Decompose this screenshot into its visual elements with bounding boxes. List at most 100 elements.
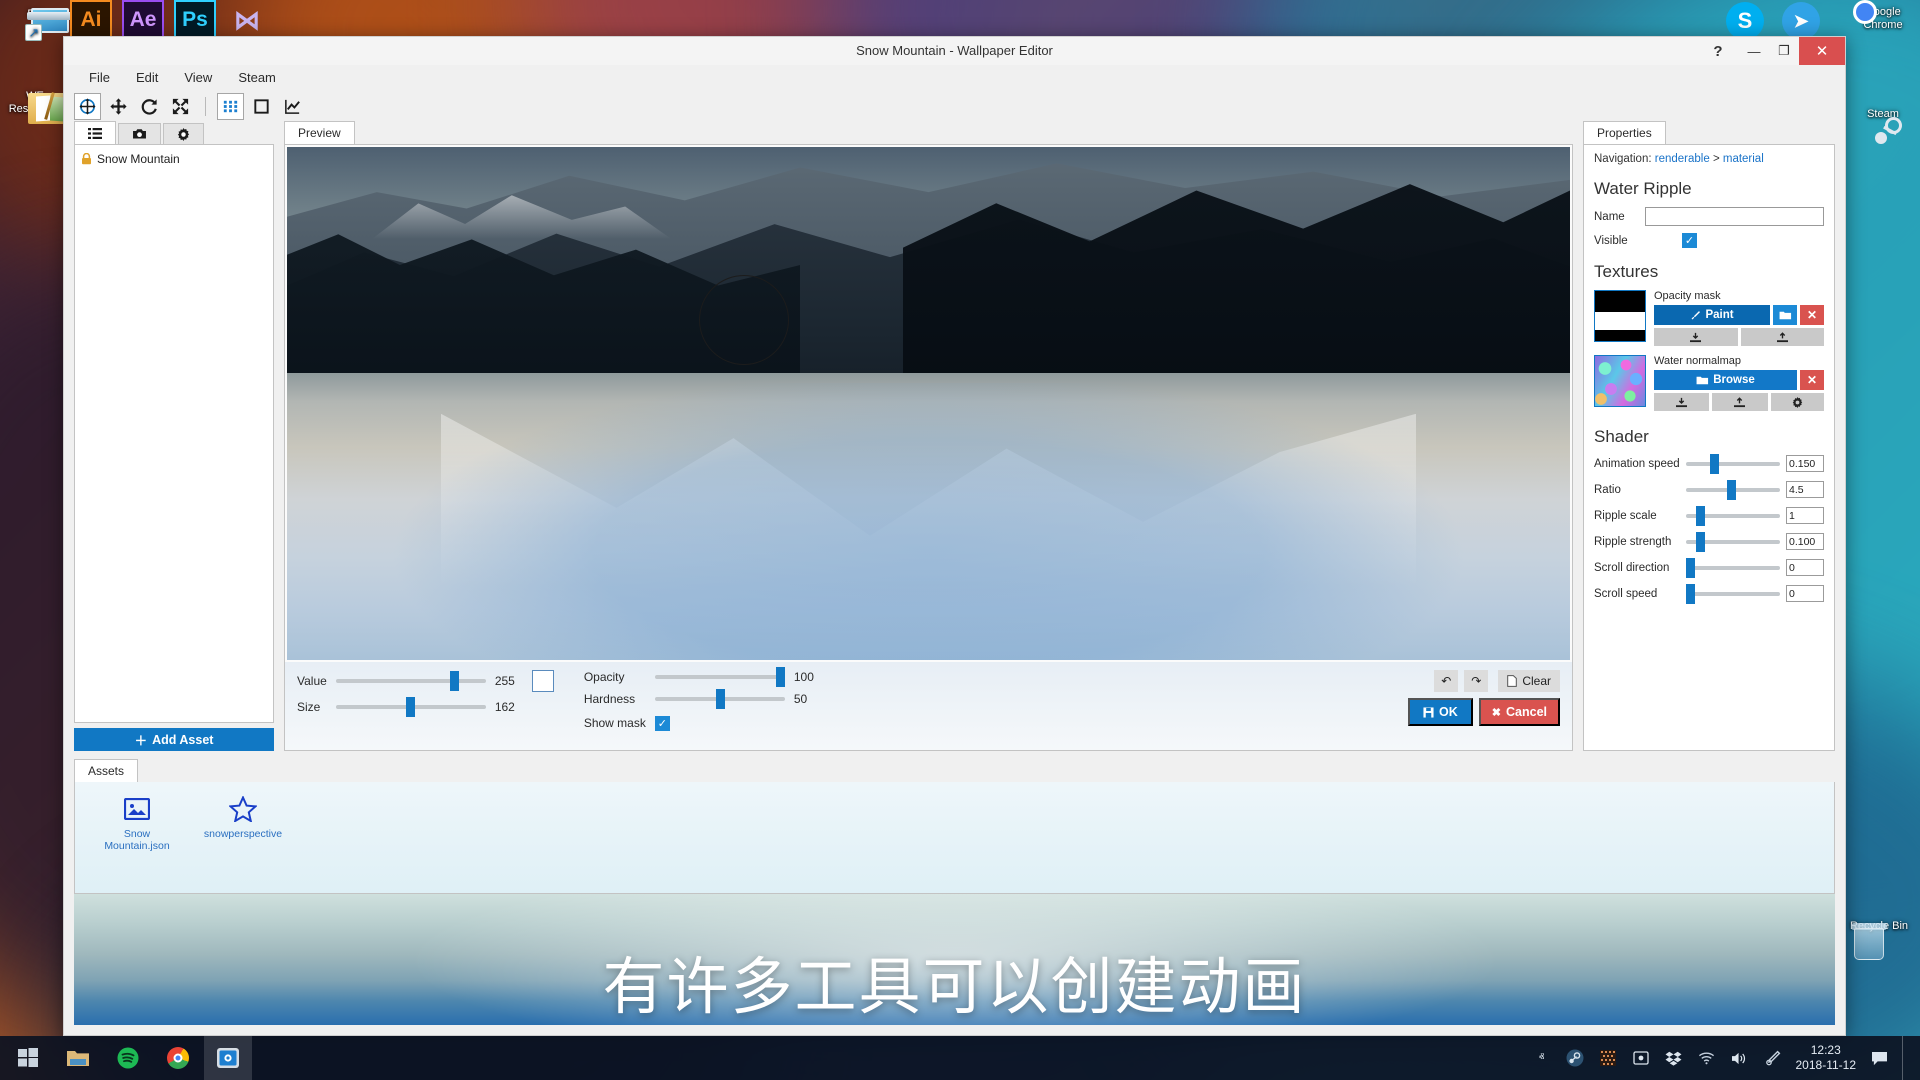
scene-tree-tab[interactable] bbox=[74, 121, 116, 144]
redo-button[interactable]: ↷ bbox=[1464, 670, 1489, 692]
asset-item-snowperspective[interactable]: snowperspective bbox=[203, 794, 283, 881]
tree-item-snow-mountain[interactable]: Snow Mountain bbox=[81, 150, 267, 168]
toolbar bbox=[64, 89, 1845, 123]
chrome-taskbar-icon[interactable] bbox=[154, 1036, 202, 1080]
desktop-icon-recycle-bin[interactable]: Recycle Bin bbox=[1848, 920, 1910, 960]
show-hidden-icons[interactable]: ⱏ bbox=[1532, 1048, 1552, 1068]
water-normalmap-thumbnail[interactable] bbox=[1594, 355, 1646, 407]
grid-toggle[interactable] bbox=[217, 92, 244, 120]
pen-tray-icon[interactable] bbox=[1763, 1048, 1783, 1068]
folder-open-icon bbox=[1696, 376, 1709, 384]
normalmap-delete-button[interactable]: ✕ bbox=[1800, 370, 1824, 390]
volume-tray-icon[interactable] bbox=[1730, 1048, 1750, 1068]
dock-after-effects[interactable]: Ae bbox=[122, 0, 164, 44]
ripple-scale-value[interactable]: 1 bbox=[1786, 507, 1824, 524]
desktop-icon-google-chrome[interactable]: Google Chrome bbox=[1852, 6, 1914, 32]
ripple-strength-value[interactable]: 0.100 bbox=[1786, 533, 1824, 550]
minimize-button[interactable]: — bbox=[1739, 37, 1769, 65]
move-tool[interactable] bbox=[105, 93, 132, 120]
help-button[interactable]: ? bbox=[1703, 37, 1733, 65]
spotify-taskbar-icon[interactable] bbox=[104, 1036, 152, 1080]
opacity-mask-import-button[interactable] bbox=[1654, 328, 1738, 346]
graph-toggle[interactable] bbox=[279, 93, 306, 120]
show-mask-checkbox[interactable]: ✓ bbox=[654, 716, 670, 731]
visible-checkbox[interactable]: ✓ bbox=[1682, 233, 1697, 248]
file-explorer-taskbar-icon[interactable] bbox=[54, 1036, 102, 1080]
brush-color-swatch[interactable] bbox=[531, 670, 554, 692]
desktop-icon-pc[interactable]: ↗ PC bbox=[4, 8, 74, 41]
name-input[interactable] bbox=[1645, 207, 1824, 226]
normalmap-settings-button[interactable] bbox=[1770, 393, 1824, 411]
menu-steam[interactable]: Steam bbox=[227, 67, 287, 88]
menu-view[interactable]: View bbox=[173, 67, 223, 88]
chrome-icon bbox=[167, 1047, 189, 1069]
skype-icon[interactable]: S bbox=[1726, 2, 1764, 40]
add-asset-button[interactable]: ＋ Add Asset bbox=[74, 728, 274, 751]
ripple-strength-slider[interactable] bbox=[1686, 531, 1780, 552]
camera-tab[interactable] bbox=[118, 123, 161, 144]
maximize-button[interactable]: ❐ bbox=[1769, 37, 1799, 65]
translate-gizmo-tool[interactable] bbox=[74, 92, 101, 120]
opacity-mask-browse-button[interactable] bbox=[1773, 305, 1797, 325]
opacity-mask-delete-button[interactable]: ✕ bbox=[1800, 305, 1824, 325]
show-desktop-button[interactable] bbox=[1902, 1036, 1912, 1080]
spotify-icon bbox=[117, 1047, 139, 1069]
scroll-direction-value[interactable]: 0 bbox=[1786, 559, 1824, 576]
tab-assets[interactable]: Assets bbox=[74, 759, 139, 782]
wallpaper-engine-taskbar-icon[interactable] bbox=[204, 1036, 252, 1080]
scroll-direction-slider[interactable] bbox=[1686, 557, 1780, 578]
wallpaper-engine-tray-icon[interactable] bbox=[1598, 1048, 1618, 1068]
paint-button[interactable]: Paint bbox=[1654, 305, 1770, 325]
network-tray-icon[interactable] bbox=[1697, 1048, 1717, 1068]
scroll-speed-slider[interactable] bbox=[1686, 583, 1780, 604]
bounds-toggle[interactable] bbox=[248, 93, 275, 120]
telegram-icon[interactable]: ➤ bbox=[1782, 2, 1820, 40]
menu-file[interactable]: File bbox=[78, 67, 121, 88]
opacity-mask-thumbnail[interactable] bbox=[1594, 290, 1646, 342]
animation-speed-slider[interactable] bbox=[1686, 453, 1780, 474]
ok-button[interactable]: OK bbox=[1408, 698, 1473, 726]
hardness-slider[interactable] bbox=[654, 689, 785, 709]
desktop-icon-we-resources[interactable]: WE Resources bbox=[4, 90, 71, 124]
breadcrumb-material[interactable]: material bbox=[1723, 153, 1764, 165]
animation-speed-value[interactable]: 0.150 bbox=[1786, 455, 1824, 472]
asset-item-snow-mountain-json[interactable]: Snow Mountain.json bbox=[97, 794, 177, 881]
ratio-value[interactable]: 4.5 bbox=[1786, 481, 1824, 498]
dock-visual-studio[interactable]: ⋈ bbox=[226, 0, 268, 44]
size-slider-label: Size bbox=[297, 700, 321, 714]
scroll-speed-value[interactable]: 0 bbox=[1786, 585, 1824, 602]
start-button[interactable] bbox=[4, 1036, 52, 1080]
tab-properties[interactable]: Properties bbox=[1583, 121, 1666, 144]
opacity-mask-export-button[interactable] bbox=[1740, 328, 1824, 346]
screen-tray-icon[interactable] bbox=[1631, 1048, 1651, 1068]
settings-tab[interactable] bbox=[163, 123, 204, 144]
steam-tray-icon[interactable] bbox=[1565, 1048, 1585, 1068]
action-center-button[interactable] bbox=[1869, 1048, 1889, 1068]
param-label: Ripple strength bbox=[1594, 535, 1672, 548]
ripple-scale-slider[interactable] bbox=[1686, 505, 1780, 526]
gear-icon bbox=[177, 127, 190, 141]
size-slider[interactable] bbox=[335, 697, 486, 717]
cancel-button[interactable]: ✖ Cancel bbox=[1478, 698, 1560, 726]
close-button[interactable]: ✕ bbox=[1799, 37, 1845, 65]
value-slider[interactable] bbox=[335, 671, 486, 691]
desktop-icon-steam[interactable]: Steam bbox=[1852, 108, 1914, 144]
scale-tool[interactable] bbox=[167, 93, 194, 120]
param-label: Ripple scale bbox=[1594, 509, 1657, 522]
preview-canvas[interactable] bbox=[287, 147, 1570, 660]
tab-preview[interactable]: Preview bbox=[284, 121, 355, 144]
undo-button[interactable]: ↶ bbox=[1434, 670, 1459, 692]
dock-photoshop[interactable]: Ps bbox=[174, 0, 216, 44]
clear-button[interactable]: Clear bbox=[1498, 670, 1560, 692]
normalmap-browse-button[interactable]: Browse bbox=[1654, 370, 1797, 390]
dock-illustrator[interactable]: Ai bbox=[70, 0, 112, 44]
normalmap-export-button[interactable] bbox=[1712, 393, 1768, 411]
normalmap-import-button[interactable] bbox=[1654, 393, 1710, 411]
taskbar-clock[interactable]: 12:23 2018-11-12 bbox=[1796, 1043, 1857, 1073]
dropbox-tray-icon[interactable] bbox=[1664, 1048, 1684, 1068]
opacity-slider[interactable] bbox=[654, 667, 785, 687]
breadcrumb-renderable[interactable]: renderable bbox=[1655, 153, 1710, 165]
rotate-tool[interactable] bbox=[136, 93, 163, 120]
ratio-slider[interactable] bbox=[1686, 479, 1780, 500]
menu-edit[interactable]: Edit bbox=[125, 67, 169, 88]
